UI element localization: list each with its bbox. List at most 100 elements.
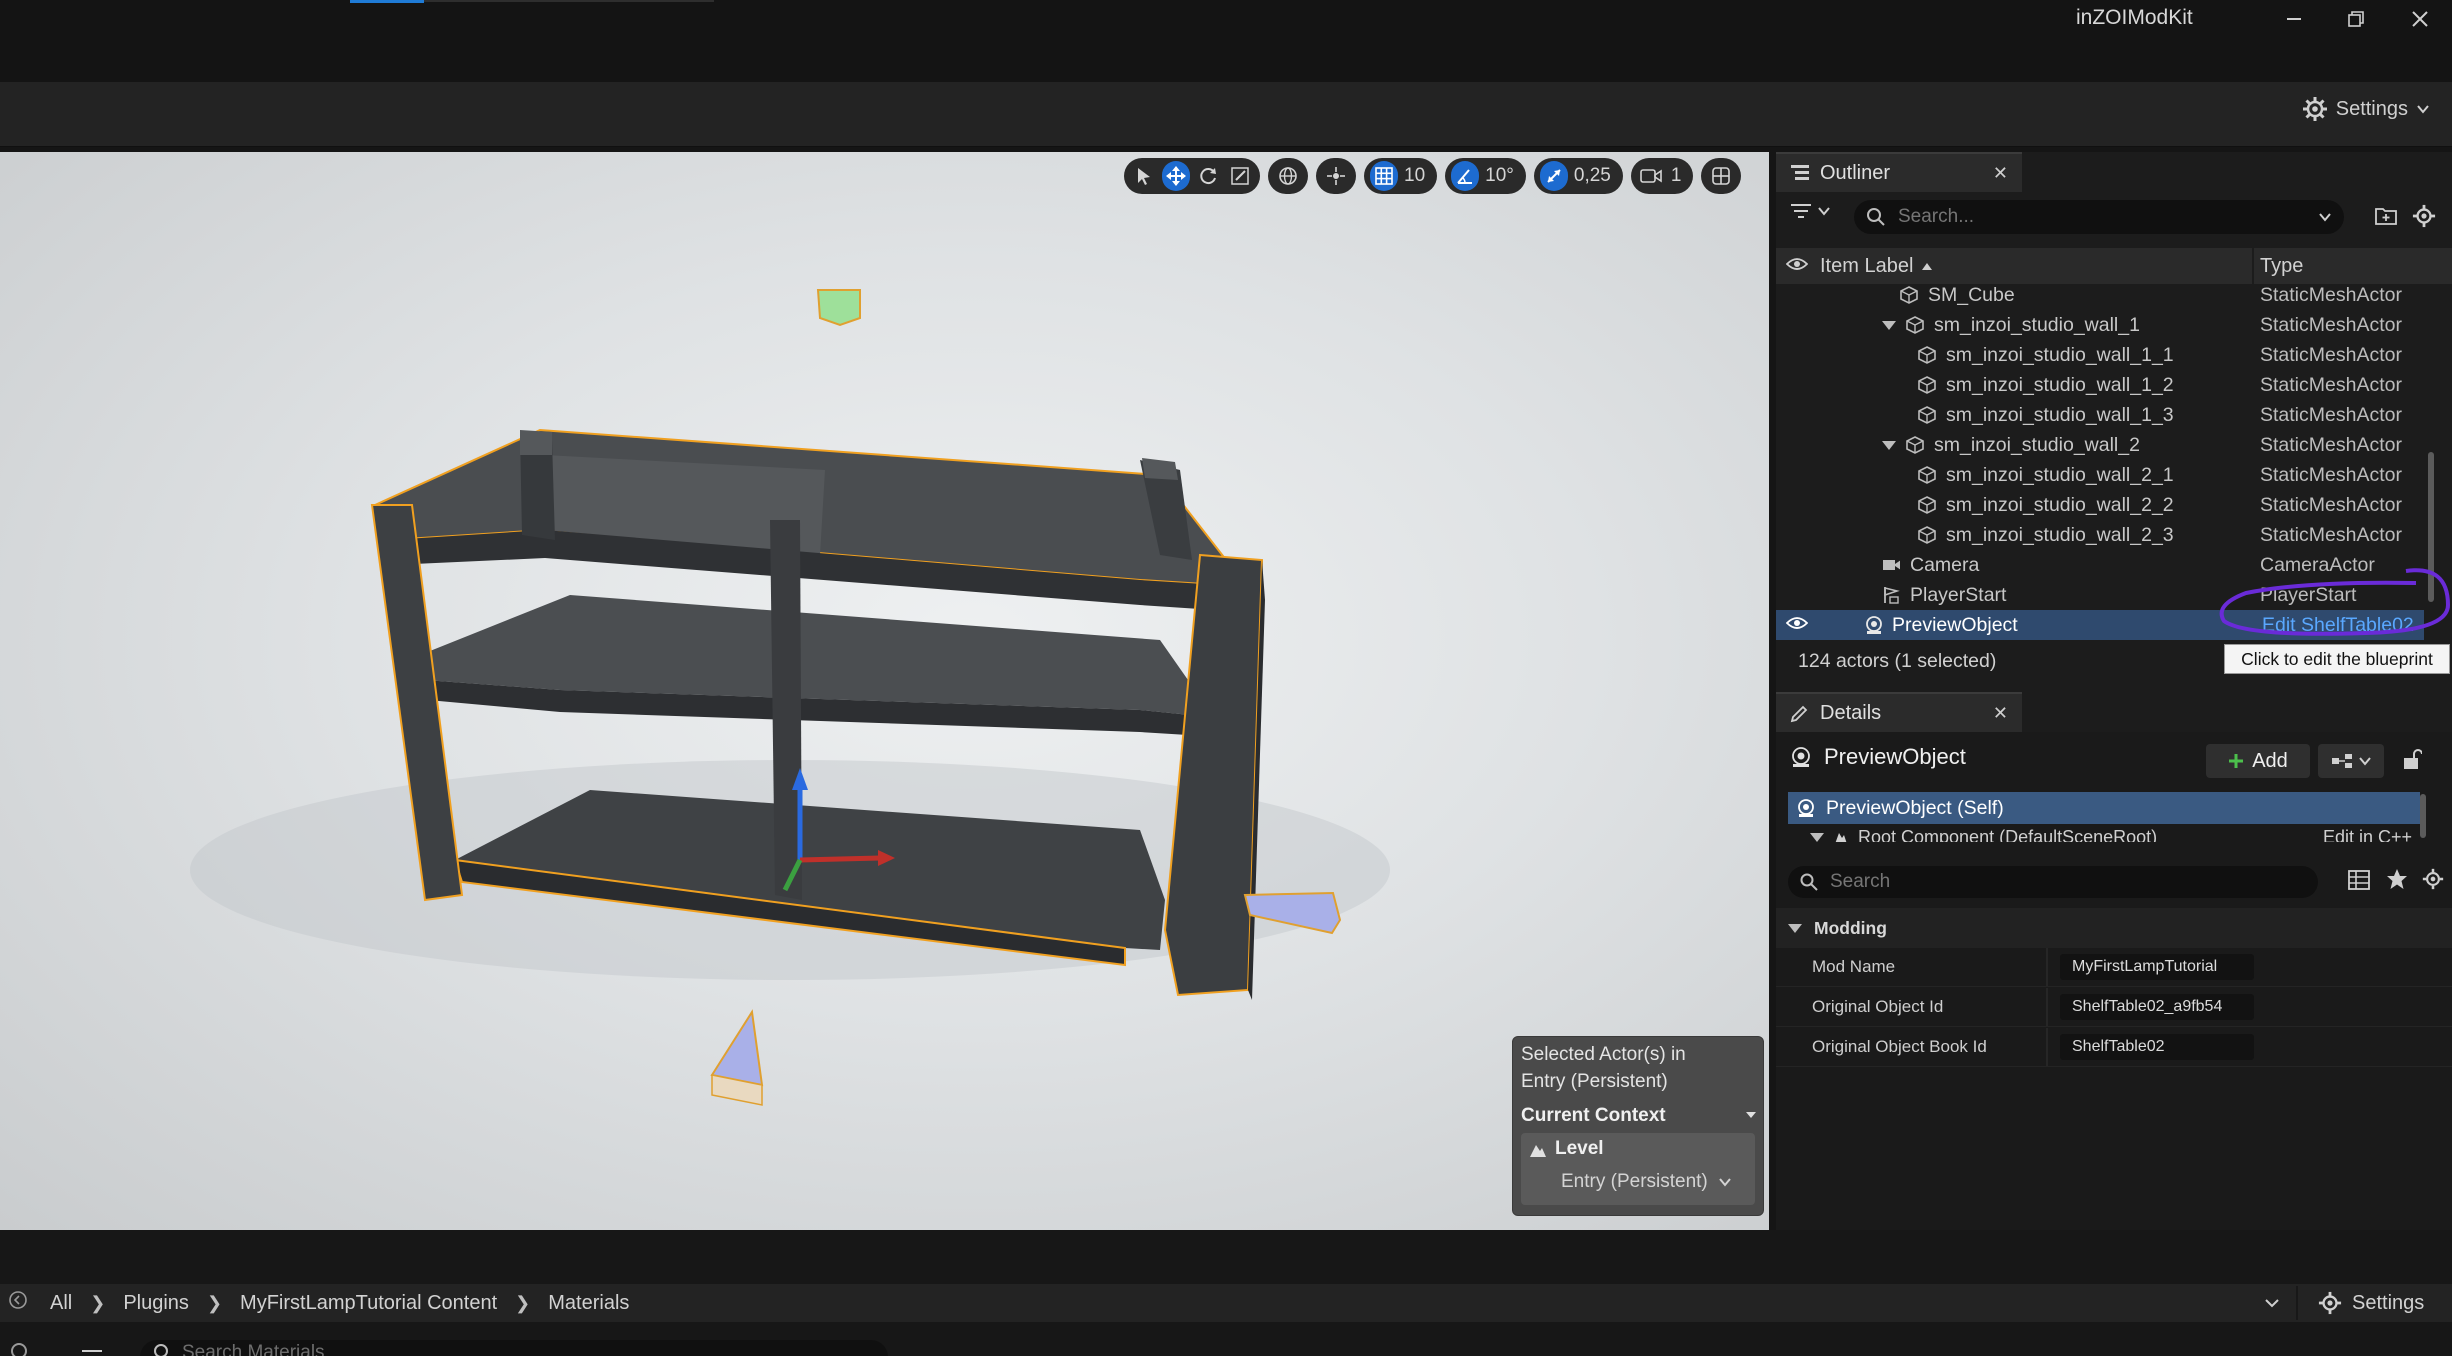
tree-row[interactable]: sm_inzoi_studio_wall_1 StaticMeshActor	[1776, 310, 2424, 340]
tree-row[interactable]: sm_inzoi_studio_wall_1_3 StaticMeshActor	[1776, 400, 2424, 430]
close-icon[interactable]: ✕	[1993, 703, 2008, 724]
collapse-arrow-icon[interactable]	[1788, 923, 1802, 933]
materials-search[interactable]: Search Materials	[140, 1340, 888, 1356]
history-button[interactable]	[8, 1290, 28, 1316]
current-context-header[interactable]: Current Context	[1521, 1101, 1757, 1131]
tree-row[interactable]: SM_Cube StaticMeshActor	[1776, 284, 2424, 310]
modding-section-label: Modding	[1814, 917, 1887, 938]
property-value[interactable]: ShelfTable02	[2060, 1034, 2254, 1060]
edit-in-cpp-link[interactable]: Edit in C++	[2323, 827, 2412, 843]
tab-details[interactable]: Details ✕	[1776, 692, 2022, 732]
snap-icon	[1327, 167, 1345, 185]
blueprint-tooltip: Click to edit the blueprint	[2224, 644, 2450, 674]
close-icon[interactable]: ✕	[1993, 163, 2008, 184]
breadcrumb-plugins[interactable]: Plugins	[123, 1292, 189, 1315]
settings-button[interactable]: Settings	[2302, 96, 2430, 122]
translate-tool-button[interactable]	[1162, 161, 1190, 191]
blueprint-options-button[interactable]	[2318, 744, 2384, 778]
breadcrumb-materials[interactable]: Materials	[548, 1292, 629, 1315]
rotation-snap-toggle[interactable]	[1451, 161, 1480, 191]
rotate-tool-button[interactable]	[1194, 161, 1222, 191]
details-object-name: PreviewObject	[1824, 744, 1966, 769]
tree-row[interactable]: sm_inzoi_studio_wall_1_1 StaticMeshActor	[1776, 340, 2424, 370]
property-value[interactable]: ShelfTable02_a9fb54	[2060, 994, 2254, 1020]
outliner-search[interactable]	[1854, 200, 2344, 234]
modding-section-header[interactable]: Modding	[1776, 908, 2452, 948]
search-icon	[11, 1343, 27, 1356]
property-value[interactable]: MyFirstLampTutorial	[2060, 954, 2254, 980]
components-scrollbar[interactable]	[2420, 794, 2426, 838]
world-space-button[interactable]	[1274, 161, 1302, 191]
expand-arrow-icon[interactable]	[1882, 440, 1896, 450]
tab-outliner[interactable]: Outliner ✕	[1776, 152, 2022, 192]
component-root-row[interactable]: Root Component (DefaultSceneRoot) Edit i…	[1788, 824, 2420, 842]
level-viewport[interactable]	[0, 152, 1769, 1230]
row-type: StaticMeshActor	[2260, 433, 2402, 456]
row-type: StaticMeshActor	[2260, 463, 2402, 486]
level-row: Level	[1529, 1138, 1604, 1160]
close-icon	[2412, 11, 2428, 27]
scale-snap-value[interactable]: 0,25	[1572, 165, 1617, 187]
tree-row[interactable]: sm_inzoi_studio_wall_2_2 StaticMeshActor	[1776, 490, 2424, 520]
viewport-layout-button[interactable]	[1707, 161, 1735, 191]
lock-button[interactable]	[2402, 748, 2423, 775]
active-tab-indicator	[350, 0, 424, 3]
details-search[interactable]	[1788, 866, 2318, 898]
close-window-button[interactable]	[2390, 0, 2450, 38]
camera-speed-value[interactable]: 1	[1669, 165, 1688, 187]
details-search-input[interactable]	[1828, 870, 2306, 894]
visibility-eye-icon[interactable]	[1785, 614, 1809, 637]
breadcrumb-plugin-content[interactable]: MyFirstLampTutorial Content	[240, 1292, 497, 1315]
add-folder-button[interactable]	[2374, 204, 2398, 231]
row-label: SM_Cube	[1928, 284, 2015, 306]
visibility-column-icon[interactable]	[1785, 255, 1809, 278]
restore-button[interactable]	[2326, 0, 2386, 38]
surface-snap-button[interactable]	[1322, 161, 1350, 191]
tree-row[interactable]: sm_inzoi_studio_wall_2_1 StaticMeshActor	[1776, 460, 2424, 490]
level-context-panel: Selected Actor(s) in Entry (Persistent) …	[1512, 1036, 1764, 1216]
level-dropdown[interactable]: Entry (Persistent)	[1561, 1171, 1732, 1193]
viewport-scene	[190, 289, 1390, 1106]
grid-snap-value[interactable]: 10	[1402, 165, 1431, 187]
minimize-button[interactable]	[2264, 0, 2324, 38]
component-self-row[interactable]: PreviewObject (Self)	[1788, 792, 2420, 824]
scale-tool-button[interactable]	[1226, 161, 1254, 191]
chevron-right-icon: ❯	[90, 1292, 106, 1313]
gear-icon	[2318, 1291, 2342, 1315]
row-label: sm_inzoi_studio_wall_2_2	[1946, 493, 2174, 516]
rotation-snap-value[interactable]: 10°	[1483, 165, 1520, 187]
level-selector[interactable]: Level Entry (Persistent)	[1521, 1133, 1755, 1205]
grid-snap-toggle[interactable]	[1370, 161, 1398, 191]
property-row: Original Object Id ShelfTable02_a9fb54	[1776, 988, 2452, 1027]
outliner-search-input[interactable]	[1896, 205, 2318, 229]
camera-speed-button[interactable]	[1637, 161, 1665, 191]
content-settings-label: Settings	[2352, 1291, 2425, 1314]
history-dropdown[interactable]	[2264, 1292, 2280, 1315]
filter-button[interactable]	[80, 1346, 110, 1356]
details-settings-button[interactable]	[2422, 868, 2444, 895]
tree-row[interactable]: sm_inzoi_studio_wall_2_3 StaticMeshActor	[1776, 520, 2424, 550]
app-title: inZOIModKit	[2076, 6, 2193, 29]
property-matrix-button[interactable]	[2348, 870, 2370, 895]
breadcrumb-all[interactable]: All	[50, 1292, 72, 1315]
tree-row[interactable]: sm_inzoi_studio_wall_2 StaticMeshActor	[1776, 430, 2424, 460]
add-component-button[interactable]: Add	[2206, 744, 2310, 778]
outliner-column-header: Item Label Type	[1776, 248, 2452, 284]
filter-button[interactable]	[1790, 202, 1830, 220]
sources-toggle[interactable]	[10, 1342, 30, 1356]
property-name: Original Object Id	[1812, 997, 1944, 1016]
content-settings-button[interactable]: Settings	[2318, 1291, 2424, 1315]
select-tool-button[interactable]	[1130, 161, 1158, 191]
row-label: sm_inzoi_studio_wall_1_3	[1946, 403, 2174, 426]
item-label-column[interactable]: Item Label	[1820, 255, 1933, 278]
expand-arrow-icon[interactable]	[1810, 832, 1824, 842]
expand-arrow-icon[interactable]	[1882, 320, 1896, 330]
row-label: PlayerStart	[1910, 583, 2007, 606]
favorites-button[interactable]	[2386, 868, 2408, 895]
layout-icon	[1712, 167, 1731, 185]
type-column-header[interactable]: Type	[2260, 255, 2303, 278]
tree-row[interactable]: sm_inzoi_studio_wall_1_2 StaticMeshActor	[1776, 370, 2424, 400]
annotation-circle	[2219, 568, 2451, 636]
scale-snap-toggle[interactable]	[1539, 161, 1568, 191]
outliner-settings-button[interactable]	[2412, 204, 2436, 233]
